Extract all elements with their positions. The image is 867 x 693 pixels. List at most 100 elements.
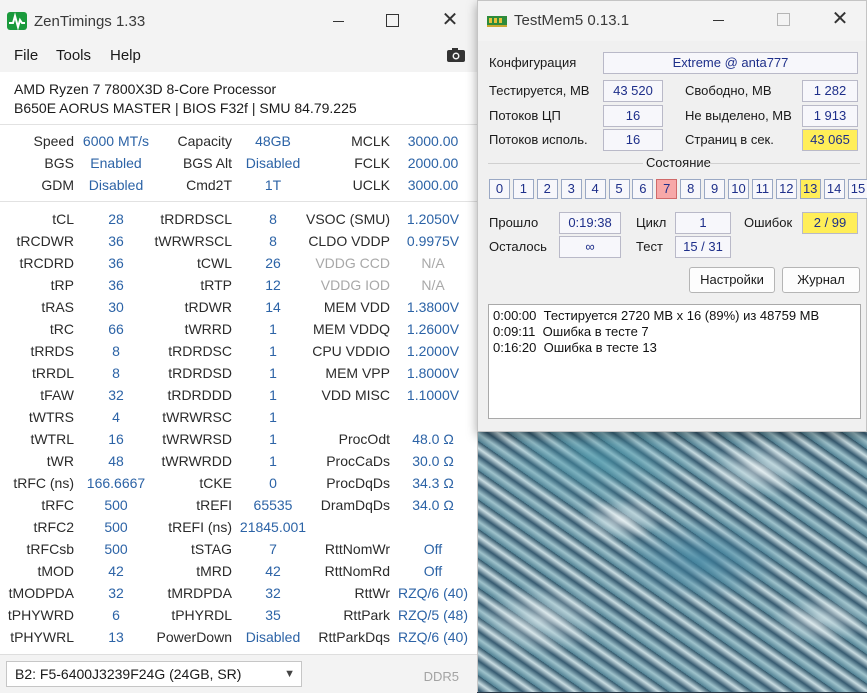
value-mclk: 3000.00 <box>396 133 470 149</box>
value-capacity: 48GB <box>234 133 312 149</box>
dimm-select[interactable]: B2: F5-6400J3239F24G (24GB, SR) ▼ <box>6 661 302 687</box>
pages-per-sec-label: Страниц в сек. <box>685 132 774 147</box>
value-cpu-vddio: 1.2000V <box>396 343 470 359</box>
value-tstag: 7 <box>234 541 312 557</box>
value-bgs: Enabled <box>75 155 157 171</box>
value-dramdqds: 34.0 Ω <box>396 497 470 513</box>
label-gdm: GDM <box>41 177 74 193</box>
zentimings-statusbar: B2: F5-6400J3239F24G (24GB, SR) ▼ DDR5 <box>0 654 477 693</box>
cycle-label: Цикл <box>636 215 666 230</box>
label-trdrdscl: tRDRDSCL <box>160 211 232 227</box>
screenshot-camera-icon[interactable] <box>446 47 466 63</box>
log-text: Ошибка в тесте 7 <box>543 324 649 339</box>
label-tmod: tMOD <box>37 563 74 579</box>
cpu-threads-value: 16 <box>603 105 663 127</box>
maximize-button[interactable] <box>369 6 415 38</box>
maximize-icon <box>386 14 399 27</box>
value-trdrdsc: 1 <box>234 343 312 359</box>
minimize-button[interactable] <box>695 5 741 37</box>
testmem5-titlebar[interactable]: TestMem5 0.13.1 ✕ <box>478 1 866 41</box>
label-procodt: ProcOdt <box>339 431 390 447</box>
label-mclk: MCLK <box>351 133 390 149</box>
label-twtrl: tWTRL <box>30 431 74 447</box>
value-trp: 36 <box>75 277 157 293</box>
testmem5-title: TestMem5 0.13.1 <box>514 12 629 29</box>
close-button[interactable]: ✕ <box>427 6 473 38</box>
label-powerdown: PowerDown <box>157 629 232 645</box>
value-twtrl: 16 <box>75 431 157 447</box>
thread-cell-8: 8 <box>680 179 701 199</box>
value-twrwrdd: 1 <box>234 453 312 469</box>
thread-cell-12: 12 <box>776 179 797 199</box>
menu-help[interactable]: Help <box>110 47 141 64</box>
label-mem-vdd: MEM VDD <box>324 299 390 315</box>
label-vddg-ccd: VDDG CCD <box>315 255 390 271</box>
config-value[interactable]: Extreme @ anta777 <box>603 52 858 74</box>
log-text: Тестируется 2720 MB x 16 (89%) из 48759 … <box>544 308 820 323</box>
value-vsoc-smu: 1.2050V <box>396 211 470 227</box>
errors-label: Ошибок <box>744 215 792 230</box>
zentimings-titlebar[interactable]: ZenTimings 1.33 ✕ <box>0 0 477 42</box>
errors-value: 2 / 99 <box>802 212 858 234</box>
label-bgs: BGS <box>44 155 74 171</box>
value-procdqds: 34.3 Ω <box>396 475 470 491</box>
value-twr: 48 <box>75 453 157 469</box>
value-twrwrscl: 8 <box>234 233 312 249</box>
menu-tools[interactable]: Tools <box>56 47 91 64</box>
label-bgs-alt: BGS Alt <box>183 155 232 171</box>
minimize-icon <box>333 21 344 22</box>
test-value: 15 / 31 <box>675 236 731 258</box>
minimize-button[interactable] <box>315 6 361 38</box>
value-twtrs: 4 <box>75 409 157 425</box>
label-twrwrsc: tWRWRSC <box>162 409 232 425</box>
status-divider-right <box>708 163 860 164</box>
minimize-icon <box>713 20 724 21</box>
thread-cell-7: 7 <box>656 179 677 199</box>
remaining-label: Осталось <box>489 239 547 254</box>
value-tmrdpda: 32 <box>234 585 312 601</box>
value-vdd-misc: 1.1000V <box>396 387 470 403</box>
close-button[interactable]: ✕ <box>817 5 863 37</box>
elapsed-label: Прошло <box>489 215 538 230</box>
thread-cell-6: 6 <box>632 179 653 199</box>
value-trcdrd: 36 <box>75 255 157 271</box>
value-trfc2: 500 <box>75 519 157 535</box>
label-cldo-vddp: CLDO VDDP <box>308 233 390 249</box>
value-vddg-iod: N/A <box>396 277 470 293</box>
unallocated-mb-label: Не выделено, MB <box>685 108 792 123</box>
separator <box>0 201 477 202</box>
label-trdrdsd: tRDRDSD <box>168 365 232 381</box>
label-tcwl: tCWL <box>197 255 232 271</box>
value-tras: 30 <box>75 299 157 315</box>
log-button[interactable]: Журнал <box>782 267 860 293</box>
label-twtrs: tWTRS <box>29 409 74 425</box>
label-dramdqds: DramDqDs <box>321 497 390 513</box>
label-tmrd: tMRD <box>196 563 232 579</box>
label-twr: tWR <box>47 453 74 469</box>
value-tmrd: 42 <box>234 563 312 579</box>
cpu-name: AMD Ryzen 7 7800X3D 8-Core Processor <box>14 80 357 99</box>
menu-file[interactable]: File <box>14 47 38 64</box>
zentimings-menubar: File Tools Help <box>0 42 477 72</box>
zentimings-window: ZenTimings 1.33 ✕ File Tools Help AMD Ry… <box>0 0 478 692</box>
settings-button[interactable]: Настройки <box>689 267 775 293</box>
value-speed: 6000 MT/s <box>75 133 157 149</box>
thread-cell-3: 3 <box>561 179 582 199</box>
value-trcdwr: 36 <box>75 233 157 249</box>
close-icon: ✕ <box>832 8 849 30</box>
label-trdrdsc: tRDRDSC <box>168 343 232 359</box>
status-label: Состояние <box>646 155 711 170</box>
label-procdqds: ProcDqDs <box>326 475 390 491</box>
label-rttnomwr: RttNomWr <box>325 541 390 557</box>
log-line: 0:00:00 Тестируется 2720 MB x 16 (89%) и… <box>493 308 819 323</box>
value-trfcsb: 500 <box>75 541 157 557</box>
value-fclk: 2000.00 <box>396 155 470 171</box>
free-mb-label: Свободно, MB <box>685 83 772 98</box>
value-uclk: 3000.00 <box>396 177 470 193</box>
label-rttwr: RttWr <box>354 585 390 601</box>
label-vdd-misc: VDD MISC <box>322 387 390 403</box>
value-twrwrsc: 1 <box>234 409 312 425</box>
label-vsoc-smu: VSOC (SMU) <box>306 211 390 227</box>
elapsed-value: 0:19:38 <box>559 212 621 234</box>
test-log[interactable]: 0:00:00 Тестируется 2720 MB x 16 (89%) и… <box>488 304 861 419</box>
